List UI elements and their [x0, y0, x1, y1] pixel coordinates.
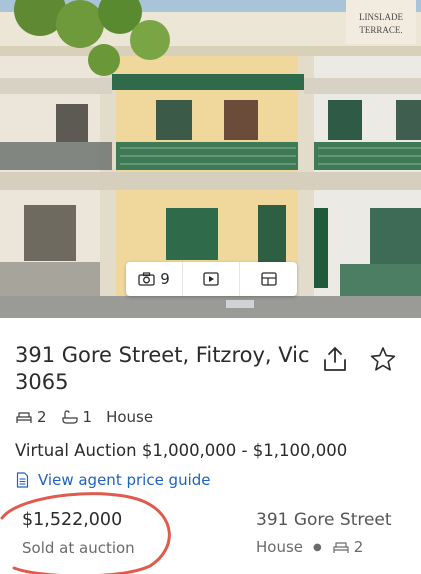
photo-controls: 9 [126, 262, 297, 296]
baths-count: 1 [82, 408, 93, 426]
svg-text:LINSLADE: LINSLADE [359, 12, 403, 22]
star-icon [370, 347, 396, 371]
similar-property-beds: 2 [353, 538, 364, 556]
bed-icon [333, 542, 349, 553]
document-icon [16, 472, 29, 488]
share-icon [324, 347, 346, 371]
property-photo[interactable]: LINSLADE TERRACE. 9 [0, 0, 421, 318]
photo-gallery-button[interactable]: 9 [126, 262, 183, 296]
property-type: House [106, 408, 153, 426]
property-address: 391 Gore Street, Fitzroy, Vic 3065 [15, 343, 310, 394]
similar-property-address: 391 Gore Street [256, 510, 392, 530]
beds-count: 2 [37, 408, 47, 426]
feature-beds: 2 [15, 408, 47, 426]
listing-actions [320, 344, 398, 374]
favorite-button[interactable] [368, 344, 398, 374]
camera-icon [138, 272, 155, 286]
play-icon [203, 272, 219, 286]
floorplan-button[interactable] [240, 262, 297, 296]
separator-dot: ● [313, 541, 322, 553]
price-guide-label: View agent price guide [38, 471, 211, 489]
similar-property-type: House [256, 538, 304, 556]
bath-icon [61, 410, 78, 424]
sold-status: Sold at auction [22, 539, 135, 557]
floorplan-icon [260, 272, 277, 286]
feature-baths: 1 [61, 408, 93, 426]
price-guide-link[interactable]: View agent price guide [16, 471, 211, 489]
similar-property-card[interactable]: 391 Gore Street House ● 2 [256, 510, 392, 556]
price-display: Virtual Auction $1,000,000 - $1,100,000 [15, 441, 348, 460]
share-button[interactable] [320, 344, 350, 374]
video-button[interactable] [183, 262, 240, 296]
property-type-label: House [106, 408, 154, 426]
sold-price: $1,522,000 [22, 510, 123, 530]
svg-text:TERRACE.: TERRACE. [359, 25, 402, 35]
bed-icon [16, 412, 32, 423]
property-features: 2 1 House [15, 408, 167, 426]
similar-property-meta: House ● 2 [256, 538, 392, 556]
sold-result-card[interactable]: $1,522,000 Sold at auction [22, 510, 135, 557]
photo-count: 9 [160, 270, 170, 288]
listing-page: LINSLADE TERRACE. 9 391 Gore Street, Fit… [0, 0, 421, 574]
